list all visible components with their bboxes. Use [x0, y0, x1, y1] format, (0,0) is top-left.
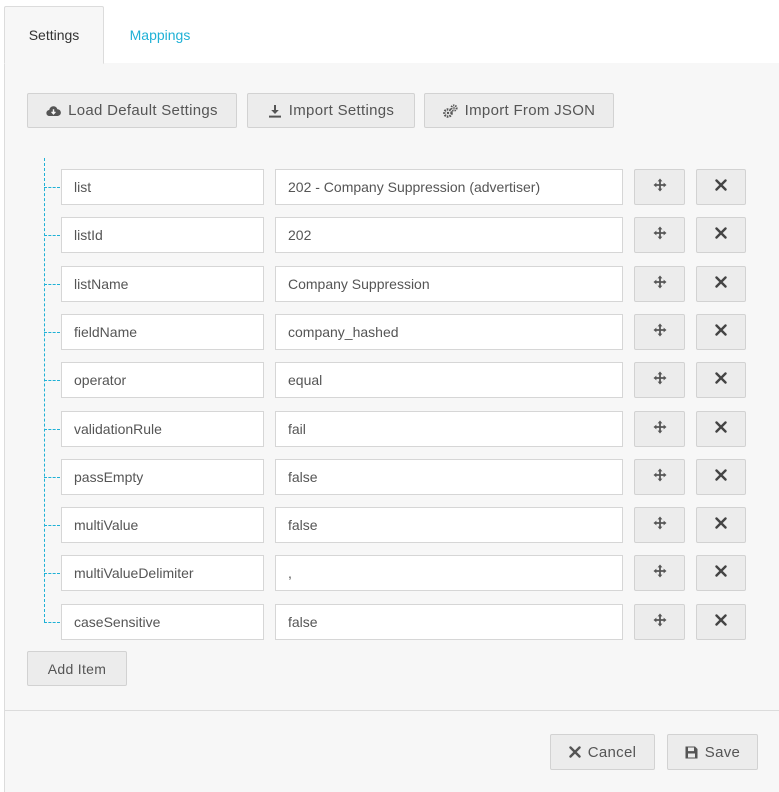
tree-branch — [44, 235, 60, 236]
item-key-input[interactable]: listId — [61, 217, 264, 253]
move-icon — [653, 613, 667, 632]
move-icon — [653, 468, 667, 487]
gears-icon — [442, 103, 458, 118]
import-settings-button[interactable]: Import Settings — [247, 93, 415, 128]
item-key-input[interactable]: passEmpty — [61, 459, 264, 495]
remove-item-button[interactable] — [696, 266, 746, 302]
move-item-button[interactable] — [634, 411, 685, 447]
item-value-input[interactable]: , — [275, 555, 623, 591]
cloud-download-icon — [46, 105, 62, 117]
tree-branch — [44, 429, 60, 430]
download-icon — [268, 104, 282, 118]
close-icon — [715, 371, 727, 389]
import-from-json-label: Import From JSON — [464, 102, 596, 119]
tab-bar: Settings Mappings — [0, 0, 779, 64]
item-value-input[interactable]: 202 - Company Suppression (advertiser) — [275, 169, 623, 205]
remove-item-button[interactable] — [696, 217, 746, 253]
close-icon — [715, 178, 727, 196]
tree-line — [44, 158, 45, 622]
remove-item-button[interactable] — [696, 604, 746, 640]
item-value-input[interactable]: false — [275, 604, 623, 640]
import-from-json-button[interactable]: Import From JSON — [424, 93, 614, 128]
move-item-button[interactable] — [634, 314, 685, 350]
move-item-button[interactable] — [634, 362, 685, 398]
move-icon — [653, 420, 667, 439]
tree-branch — [44, 573, 60, 574]
import-settings-label: Import Settings — [288, 102, 395, 119]
move-item-button[interactable] — [634, 604, 685, 640]
save-label: Save — [704, 743, 741, 761]
tree-branch — [44, 284, 60, 285]
tree-branch — [44, 380, 60, 381]
floppy-disk-icon — [685, 746, 698, 759]
item-key-input[interactable]: operator — [61, 362, 264, 398]
remove-item-button[interactable] — [696, 555, 746, 591]
item-value-input[interactable]: false — [275, 507, 623, 543]
tab-mappings[interactable]: Mappings — [110, 6, 210, 64]
remove-item-button[interactable] — [696, 169, 746, 205]
load-default-settings-label: Load Default Settings — [68, 102, 218, 119]
add-item-button[interactable]: Add Item — [27, 651, 127, 686]
item-key-input[interactable]: validationRule — [61, 411, 264, 447]
item-value-input[interactable]: fail — [275, 411, 623, 447]
close-icon — [715, 613, 727, 631]
move-icon — [653, 516, 667, 535]
item-value-input[interactable]: 202 — [275, 217, 623, 253]
close-icon — [715, 468, 727, 486]
tree-branch — [44, 187, 60, 188]
close-icon — [715, 420, 727, 438]
move-item-button[interactable] — [634, 169, 685, 205]
move-icon — [653, 564, 667, 583]
item-value-input[interactable]: false — [275, 459, 623, 495]
close-icon — [715, 516, 727, 534]
item-key-input[interactable]: multiValueDelimiter — [61, 555, 264, 591]
load-default-settings-button[interactable]: Load Default Settings — [27, 93, 237, 128]
item-key-input[interactable]: listName — [61, 266, 264, 302]
item-value-input[interactable]: company_hashed — [275, 314, 623, 350]
tree-branch — [44, 525, 60, 526]
close-icon — [715, 275, 727, 293]
item-key-input[interactable]: multiValue — [61, 507, 264, 543]
item-value-input[interactable]: equal — [275, 362, 623, 398]
remove-item-button[interactable] — [696, 459, 746, 495]
cancel-label: Cancel — [587, 743, 637, 761]
move-item-button[interactable] — [634, 555, 685, 591]
tree-branch — [44, 622, 60, 623]
item-key-input[interactable]: caseSensitive — [61, 604, 264, 640]
move-icon — [653, 226, 667, 245]
add-item-label: Add Item — [47, 660, 107, 677]
move-item-button[interactable] — [634, 459, 685, 495]
item-key-input[interactable]: list — [61, 169, 264, 205]
remove-item-button[interactable] — [696, 411, 746, 447]
move-icon — [653, 323, 667, 342]
tree-branch — [44, 332, 60, 333]
save-button[interactable]: Save — [667, 734, 758, 770]
remove-item-button[interactable] — [696, 507, 746, 543]
tab-settings[interactable]: Settings — [4, 6, 104, 64]
item-value-input[interactable]: Company Suppression — [275, 266, 623, 302]
footer-divider — [5, 710, 779, 711]
close-icon — [715, 226, 727, 244]
move-item-button[interactable] — [634, 507, 685, 543]
close-icon — [715, 323, 727, 341]
move-item-button[interactable] — [634, 266, 685, 302]
close-icon — [715, 564, 727, 582]
remove-item-button[interactable] — [696, 362, 746, 398]
cancel-button[interactable]: Cancel — [550, 734, 655, 770]
move-icon — [653, 178, 667, 197]
move-icon — [653, 371, 667, 390]
tree-branch — [44, 477, 60, 478]
remove-item-button[interactable] — [696, 314, 746, 350]
move-icon — [653, 275, 667, 294]
item-key-input[interactable]: fieldName — [61, 314, 264, 350]
close-icon — [569, 746, 581, 758]
move-item-button[interactable] — [634, 217, 685, 253]
